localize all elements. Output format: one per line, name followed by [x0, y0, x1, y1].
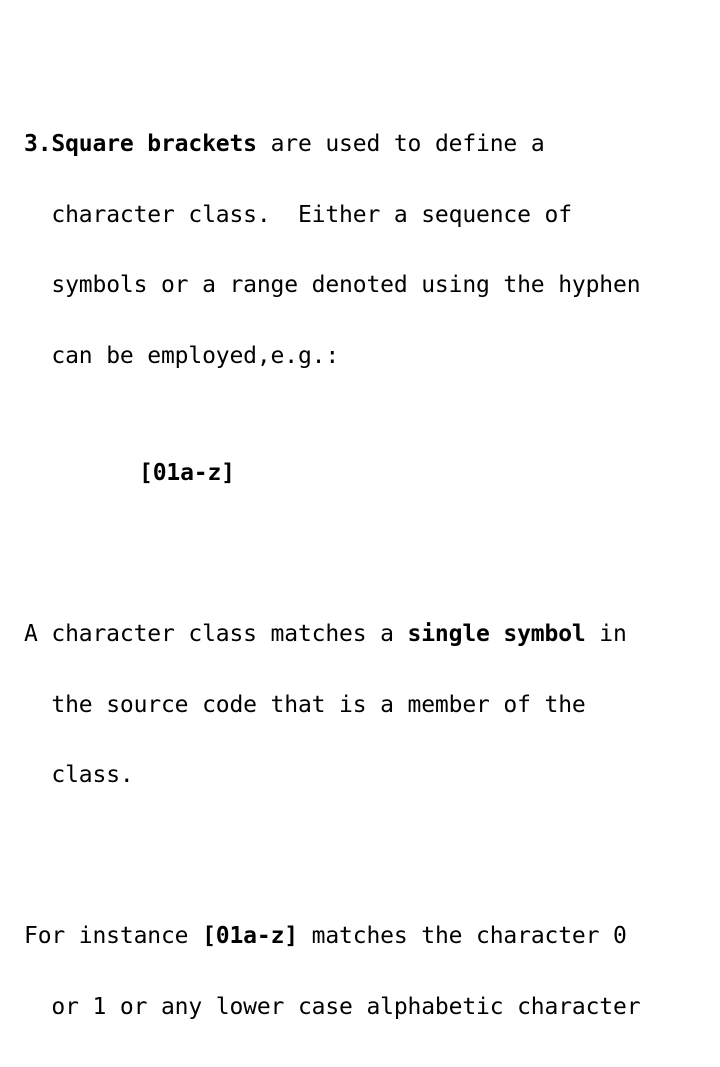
bold-term-character-class-literal: [01a-z]	[202, 923, 298, 949]
paragraph-2-line-2: the source code that is a member of the	[24, 691, 696, 718]
paragraph-square-brackets: 3.Square brackets are used to define a c…	[24, 86, 696, 415]
paragraph-2-line-1-pre: A character class matches a	[24, 621, 408, 647]
paragraph-for-instance: For instance [01a-z] matches the charact…	[24, 878, 696, 1066]
list-item-number: 3.	[24, 131, 52, 157]
paragraph-2-line-1: A character class matches a single symbo…	[24, 621, 696, 647]
code-example-block: [01a-z]	[24, 415, 696, 533]
paragraph-character-class-match: A character class matches a single symbo…	[24, 576, 696, 835]
bold-term-square-brackets: Square brackets	[51, 131, 257, 157]
paragraph-2-line-1-post: in	[585, 621, 627, 647]
paragraph-1-line-2: character class. Either a sequence of	[24, 201, 696, 228]
paragraph-1-line-1: 3.Square brackets are used to define a	[24, 131, 696, 157]
paragraph-2-line-2-text: the source code that is a member of the	[51, 691, 586, 718]
paragraph-1-line-3-text: symbols or a range denoted using the hyp…	[51, 272, 641, 298]
slide-content: 3.Square brackets are used to define a c…	[24, 86, 696, 1066]
paragraph-3-line-2-text: or 1 or any lower case alphabetic charac…	[51, 993, 641, 1020]
slide-canvas: 3.Square brackets are used to define a c…	[0, 0, 720, 1018]
vertical-gap-2	[24, 835, 696, 859]
paragraph-1-line-1-rest: are used to define a	[256, 131, 545, 157]
paragraph-1-line-4-text: can be employed,e.g.:	[51, 342, 340, 369]
vertical-gap-1	[24, 533, 696, 557]
paragraph-3-line-1-pre: For instance	[24, 923, 203, 949]
paragraph-2-line-3: class.	[24, 762, 696, 788]
paragraph-3-line-1-post: matches the character 0	[297, 923, 627, 949]
paragraph-1-line-4: can be employed,e.g.:	[24, 342, 696, 369]
bold-term-single-symbol: single symbol	[407, 621, 586, 647]
paragraph-1-line-3: symbols or a range denoted using the hyp…	[24, 272, 696, 298]
paragraph-3-line-2: or 1 or any lower case alphabetic charac…	[24, 993, 696, 1020]
paragraph-1-line-2-text: character class. Either a sequence of	[51, 201, 572, 228]
paragraph-2-line-3-text: class.	[51, 762, 134, 788]
code-example-character-class: [01a-z]	[139, 460, 235, 486]
paragraph-3-line-1: For instance [01a-z] matches the charact…	[24, 923, 696, 949]
vertical-gap-1b	[24, 556, 696, 576]
vertical-gap-2b	[24, 858, 696, 878]
